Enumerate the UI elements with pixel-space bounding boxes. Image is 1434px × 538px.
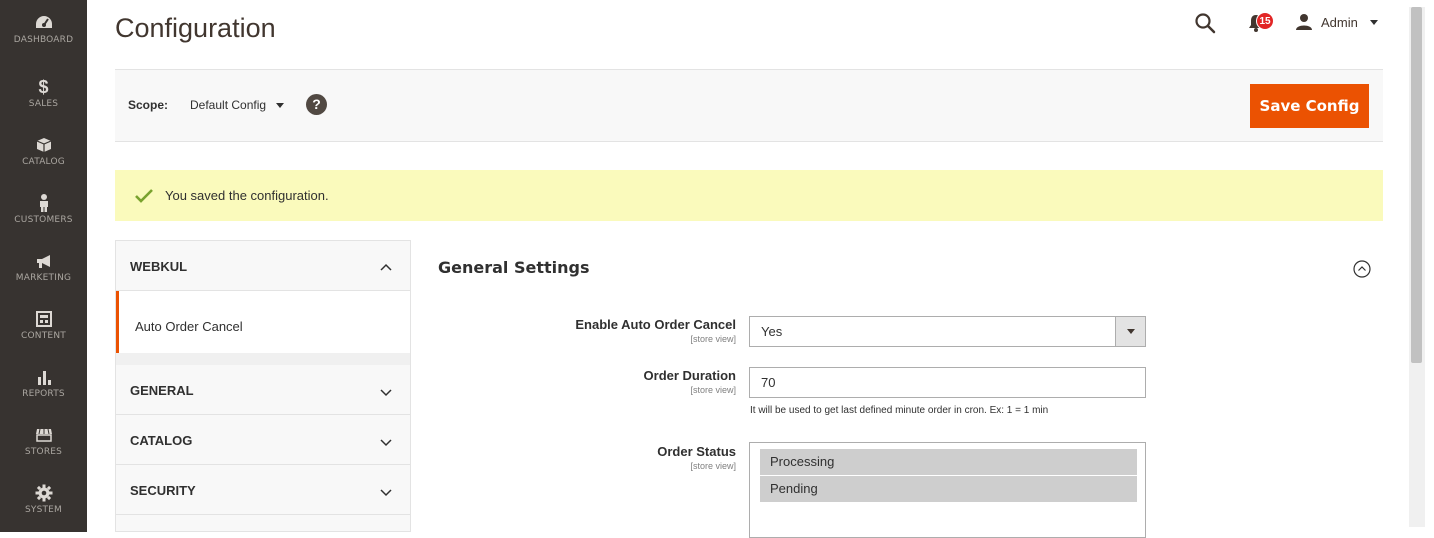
field-label: Order Duration bbox=[643, 368, 736, 383]
collapse-icon[interactable] bbox=[1353, 260, 1371, 278]
nav-label: DASHBOARD bbox=[13, 35, 74, 45]
dollar-icon: $ bbox=[38, 76, 49, 97]
order-status-multiselect[interactable]: Processing Pending bbox=[749, 442, 1146, 538]
field-note: It will be used to get last defined minu… bbox=[750, 405, 1049, 416]
nav-content[interactable]: CONTENT bbox=[0, 296, 87, 354]
nav-label: CUSTOMERS bbox=[14, 215, 73, 225]
nav-label: REPORTS bbox=[22, 389, 65, 399]
chevron-down-icon bbox=[1115, 317, 1145, 346]
field-scope: [store view] bbox=[690, 461, 736, 471]
help-icon[interactable]: ? bbox=[306, 94, 327, 115]
field-scope: [store view] bbox=[690, 385, 736, 395]
nav-label: CATALOG bbox=[22, 157, 65, 167]
megaphone-icon bbox=[35, 252, 53, 270]
nav-customers[interactable]: CUSTOMERS bbox=[0, 180, 87, 238]
nav-reports[interactable]: REPORTS bbox=[0, 354, 87, 412]
page-title: Configuration bbox=[115, 13, 276, 43]
user-menu[interactable]: Admin bbox=[1295, 13, 1378, 31]
scope-label: Scope: bbox=[128, 98, 169, 112]
option-pending[interactable]: Pending bbox=[760, 476, 1137, 502]
nav-label: SYSTEM bbox=[24, 505, 63, 515]
field-label-group: Enable Auto Order Cancel [store view] bbox=[540, 317, 736, 347]
chevron-down-icon bbox=[380, 485, 392, 497]
tab-label: GENERAL bbox=[130, 383, 194, 398]
nav-stores[interactable]: STORES bbox=[0, 412, 87, 470]
checkmark-icon bbox=[135, 188, 153, 203]
chevron-down-icon bbox=[276, 102, 285, 108]
box-icon bbox=[35, 136, 53, 154]
scope-switcher[interactable]: Default Config bbox=[190, 98, 285, 112]
section-title[interactable]: General Settings bbox=[438, 258, 590, 277]
field-label: Enable Auto Order Cancel bbox=[575, 317, 736, 332]
scrollbar-thumb[interactable] bbox=[1411, 7, 1422, 363]
field-label-group: Order Status [store view] bbox=[540, 444, 736, 474]
tab-label: WEBKUL bbox=[130, 259, 188, 274]
search-icon[interactable] bbox=[1194, 12, 1216, 34]
nav-label: MARKETING bbox=[15, 273, 72, 283]
nav-dashboard[interactable]: DASHBOARD bbox=[0, 0, 87, 58]
dashboard-icon bbox=[35, 14, 53, 32]
enable-auto-order-cancel-select[interactable]: Yes bbox=[749, 316, 1146, 347]
bar-chart-icon bbox=[35, 368, 53, 386]
tab-label: CATALOG bbox=[130, 433, 193, 448]
nav-catalog[interactable]: CATALOG bbox=[0, 122, 87, 180]
tab-item-auto-order-cancel[interactable]: Auto Order Cancel bbox=[116, 291, 410, 353]
notification-badge[interactable]: 15 bbox=[1256, 12, 1274, 30]
layout-icon bbox=[35, 310, 53, 328]
config-tabs: WEBKUL Auto Order Cancel GENERAL CATALOG… bbox=[115, 240, 411, 532]
save-config-button[interactable]: Save Config bbox=[1250, 84, 1369, 128]
chevron-down-icon bbox=[380, 435, 392, 447]
chevron-up-icon bbox=[380, 261, 392, 273]
nav-marketing[interactable]: MARKETING bbox=[0, 238, 87, 296]
tab-label: SECURITY bbox=[130, 483, 196, 498]
gear-icon bbox=[35, 484, 53, 502]
scope-bar: Scope: Default Config ? Save Config bbox=[115, 69, 1383, 142]
success-message: You saved the configuration. bbox=[115, 170, 1383, 221]
field-label: Order Status bbox=[657, 444, 736, 459]
tab-webkul[interactable]: WEBKUL bbox=[116, 241, 410, 291]
tab-security[interactable]: SECURITY bbox=[116, 465, 410, 515]
option-processing[interactable]: Processing bbox=[760, 449, 1137, 475]
nav-label: STORES bbox=[24, 447, 63, 457]
store-icon bbox=[35, 426, 53, 444]
person-icon bbox=[35, 194, 53, 212]
user-icon bbox=[1295, 13, 1313, 31]
tab-general[interactable]: GENERAL bbox=[116, 365, 410, 415]
admin-sidebar: DASHBOARD $ SALES CATALOG CUSTOMERS MARK… bbox=[0, 0, 87, 532]
tab-catalog[interactable]: CATALOG bbox=[116, 415, 410, 465]
select-value: Yes bbox=[761, 324, 783, 339]
nav-system[interactable]: SYSTEM bbox=[0, 470, 87, 528]
scope-value: Default Config bbox=[190, 98, 267, 112]
nav-sales[interactable]: $ SALES bbox=[0, 64, 87, 122]
field-label-group: Order Duration [store view] bbox=[540, 368, 736, 398]
chevron-down-icon bbox=[1369, 19, 1378, 25]
nav-label: CONTENT bbox=[21, 331, 66, 341]
field-scope: [store view] bbox=[690, 334, 736, 344]
user-name: Admin bbox=[1321, 14, 1358, 30]
chevron-down-icon bbox=[380, 385, 392, 397]
message-text: You saved the configuration. bbox=[165, 188, 329, 203]
order-duration-input[interactable]: 70 bbox=[749, 367, 1146, 398]
tab-divider bbox=[116, 353, 410, 365]
nav-label: SALES bbox=[28, 99, 59, 109]
tab-item-label: Auto Order Cancel bbox=[135, 319, 243, 334]
